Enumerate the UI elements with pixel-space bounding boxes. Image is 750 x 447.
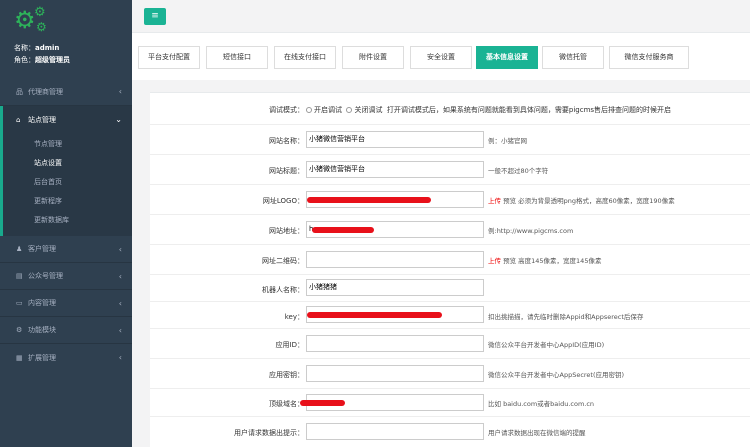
sidebar-subitem-dashboard[interactable]: 后台首页 <box>3 173 132 192</box>
chevron-left-icon: ‹ <box>118 244 122 254</box>
tab-sms[interactable]: 短信接口 <box>206 46 268 69</box>
upload-qr-link[interactable]: 上传 <box>488 257 501 265</box>
profile-role: 角色：超级管理员 <box>14 56 70 64</box>
sidebar-item-content[interactable]: ▭ 内容管理 ‹ <box>0 290 132 317</box>
sidebar-item-accounts[interactable]: ▤ 公众号管理 ‹ <box>0 263 132 290</box>
radio-debug-off[interactable] <box>346 107 353 113</box>
sidebar: ⚙ ⚙ ⚙ 名称：admin 角色：超级管理员 品 代理商管理 ‹ ⌂ 站点管理 ⌄… <box>0 0 132 447</box>
form-row-domain: 顶级域名： 比如 baidu.com或者baidu.com.cn <box>150 389 750 417</box>
profile-name: 名称：admin <box>14 44 60 52</box>
sidebar-item-customers[interactable]: ♟ 客户管理 ‹ <box>0 236 132 263</box>
sitemap-icon: 品 <box>16 87 23 96</box>
redaction-mark <box>312 227 374 233</box>
gear-icon: ⚙ <box>16 326 23 334</box>
sidebar-subitem-nodes[interactable]: 节点管理 <box>3 135 132 154</box>
sidebar-item-modules[interactable]: ⚙ 功能模块 ‹ <box>0 317 132 344</box>
redaction-mark <box>307 312 442 318</box>
sidebar-subitem-update-program[interactable]: 更新程序 <box>3 192 132 211</box>
home-icon: ⌂ <box>16 115 21 124</box>
chevron-left-icon: ‹ <box>118 271 122 281</box>
settings-form: 调试模式： 开启调试 关闭调试 打开调试模式后，如果系统有问题就能看到具体问题，… <box>150 92 750 447</box>
form-row-robot-name: 机器人名称： 小猪猪猪 <box>150 275 750 302</box>
upload-logo-link[interactable]: 上传 <box>488 197 501 205</box>
chevron-left-icon: ‹ <box>118 298 122 308</box>
form-row-debug: 调试模式： 开启调试 关闭调试 打开调试模式后，如果系统有问题就能看到具体问题，… <box>150 93 750 125</box>
grid-icon: ▦ <box>16 353 23 362</box>
form-row-site-title: 网站标题： 小猪微信营销平台 一般不超过80个字符 <box>150 155 750 185</box>
sidebar-item-sites[interactable]: ⌂ 站点管理 ⌄ <box>0 106 132 133</box>
tab-wechat-pay-provider[interactable]: 微信支付服务商 <box>609 46 689 69</box>
form-row-qr: 网址二维码： 上传 预览 高度145像素，宽度145像素 <box>150 245 750 275</box>
site-name-input[interactable]: 小猪微信营销平台 <box>306 131 484 148</box>
redaction-mark <box>307 197 431 203</box>
app-id-input[interactable] <box>306 335 484 352</box>
tab-wechat-hosting[interactable]: 微信托管 <box>542 46 604 69</box>
tab-attachments[interactable]: 附件设置 <box>342 46 404 69</box>
chevron-down-icon: ⌄ <box>115 115 122 124</box>
form-row-site-url: 网站地址： h 例:http://www.pigcms.com <box>150 215 750 245</box>
card-icon: ▭ <box>16 299 23 307</box>
site-title-input[interactable]: 小猪微信营销平台 <box>306 161 484 178</box>
settings-tabs: 平台支付配置 短信接口 在线支付接口 附件设置 安全设置 基本信息设置 微信托管… <box>132 33 750 80</box>
profile: ⚙ ⚙ ⚙ 名称：admin 角色：超级管理员 <box>0 0 132 78</box>
chevron-left-icon: ‹ <box>118 353 122 362</box>
tab-basic-info[interactable]: 基本信息设置 <box>476 46 538 69</box>
sidebar-item-extensions[interactable]: ▦ 扩展管理 ‹ <box>0 344 132 371</box>
tab-security[interactable]: 安全设置 <box>410 46 472 69</box>
form-row-app-secret: 应用密钥： 微信公众平台开发者中心AppSecret(应用密钥) <box>150 359 750 389</box>
qr-input[interactable] <box>306 251 484 268</box>
tab-platform-pay[interactable]: 平台支付配置 <box>138 46 200 69</box>
form-row-site-name: 网站名称： 小猪微信营销平台 例：小猪官网 <box>150 125 750 155</box>
menu-toggle-button[interactable]: ≡ <box>144 8 166 25</box>
form-row-logo: 网址LOGO： 上传 预览 必须为背景透明png格式，高度60像素，宽度190像… <box>150 185 750 215</box>
chevron-left-icon: ‹ <box>118 325 122 335</box>
app-secret-input[interactable] <box>306 365 484 382</box>
redaction-mark <box>300 400 345 406</box>
sidebar-submenu: 节点管理 站点设置 后台首页 更新程序 更新数据库 <box>0 133 132 236</box>
gears-logo-icon: ⚙ ⚙ ⚙ <box>14 5 47 34</box>
radio-debug-on[interactable] <box>306 107 312 113</box>
user-icon: ♟ <box>16 245 23 253</box>
form-row-app-id: 应用ID： 微信公众平台开发者中心AppID(应用ID) <box>150 329 750 359</box>
list-icon: ▤ <box>16 272 23 280</box>
robot-name-input[interactable]: 小猪猪猪 <box>306 279 484 296</box>
user-tip-input[interactable] <box>306 423 484 440</box>
form-row-key: key： 扣出挑描描，请先临时删除Appid和Appserect后保存 <box>150 302 750 329</box>
sidebar-subitem-site-settings[interactable]: 站点设置 <box>3 154 132 173</box>
top-bar: ≡ <box>132 0 750 33</box>
sidebar-item-agents[interactable]: 品 代理商管理 ‹ <box>0 78 132 106</box>
tab-online-pay[interactable]: 在线支付接口 <box>274 46 336 69</box>
chevron-left-icon: ‹ <box>118 87 122 96</box>
form-row-user-tip: 用户请求数据出提示： 用户请求数据出现在微信端的提醒 <box>150 417 750 447</box>
sidebar-subitem-update-db[interactable]: 更新数据库 <box>3 211 132 230</box>
